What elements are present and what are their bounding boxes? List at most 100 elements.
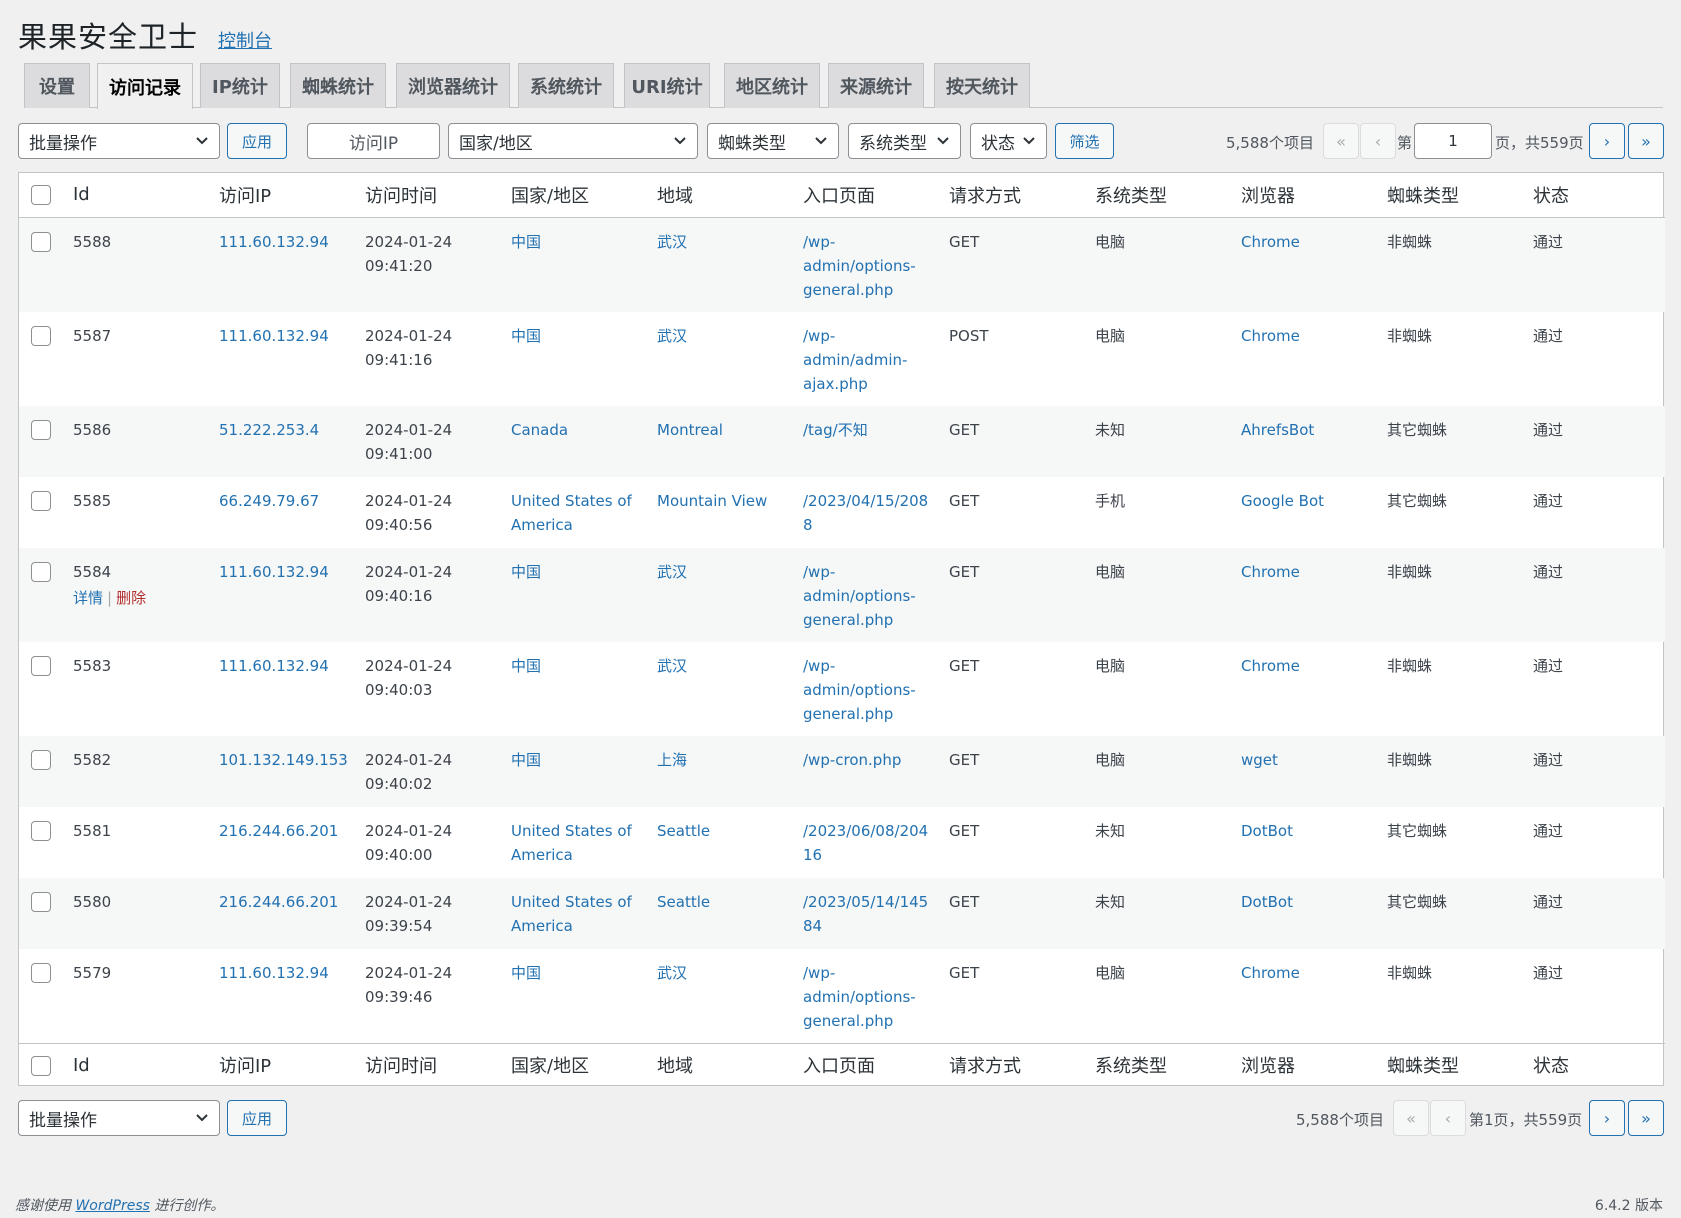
col-id[interactable]: Id	[65, 173, 211, 218]
cell-ip[interactable]: 216.244.66.201	[211, 878, 357, 949]
apply-button-bottom[interactable]: 应用	[227, 1100, 287, 1136]
tab-source-stats[interactable]: 来源统计	[828, 63, 924, 108]
cell-browser[interactable]: Chrome	[1233, 642, 1379, 736]
apply-button[interactable]: 应用	[227, 123, 287, 159]
cell-browser[interactable]: Chrome	[1233, 548, 1379, 642]
cell-ip[interactable]: 111.60.132.94	[211, 312, 357, 406]
col-ip[interactable]: 访问IP	[211, 1042, 357, 1087]
cell-region[interactable]: Montreal	[649, 406, 795, 477]
tab-settings[interactable]: 设置	[24, 63, 90, 108]
tab-spider-stats[interactable]: 蜘蛛统计	[290, 63, 386, 108]
cell-ip[interactable]: 111.60.132.94	[211, 642, 357, 736]
cell-entry-page[interactable]: /2023/04/15/2088	[795, 477, 941, 548]
cell-country[interactable]: 中国	[503, 949, 649, 1044]
cell-region[interactable]: 武汉	[649, 312, 795, 406]
cell-ip[interactable]: 51.222.253.4	[211, 406, 357, 477]
cell-country[interactable]: 中国	[503, 312, 649, 406]
row-checkbox[interactable]	[31, 892, 51, 912]
cell-ip[interactable]: 111.60.132.94	[211, 949, 357, 1044]
current-page-input[interactable]: 1	[1414, 123, 1492, 159]
cell-entry-page[interactable]: /wp-admin/options-general.php	[795, 548, 941, 642]
cell-ip[interactable]: 101.132.149.153	[211, 736, 357, 807]
cell-region[interactable]: Seattle	[649, 878, 795, 949]
bulk-action-select-bottom[interactable]: 批量操作	[18, 1100, 220, 1136]
cell-ip[interactable]: 66.249.79.67	[211, 477, 357, 548]
cell-region[interactable]: 武汉	[649, 548, 795, 642]
cell-browser[interactable]: Chrome	[1233, 312, 1379, 406]
cell-country[interactable]: United States of America	[503, 878, 649, 949]
row-checkbox[interactable]	[31, 750, 51, 770]
col-system[interactable]: 系统类型	[1087, 1042, 1233, 1087]
select-all-checkbox[interactable]	[31, 1055, 51, 1076]
cell-entry-page[interactable]: /wp-cron.php	[795, 736, 941, 807]
col-country[interactable]: 国家/地区	[503, 1042, 649, 1087]
tab-ip-stats[interactable]: IP统计	[200, 63, 280, 108]
next-page-button-bottom[interactable]: ›	[1589, 1100, 1625, 1136]
cell-browser[interactable]: DotBot	[1233, 807, 1379, 878]
cell-entry-page[interactable]: /wp-admin/options-general.php	[795, 642, 941, 736]
select-all-checkbox[interactable]	[31, 185, 51, 206]
status-select[interactable]: 状态	[970, 123, 1047, 159]
cell-ip[interactable]: 111.60.132.94	[211, 217, 357, 312]
col-spider[interactable]: 蜘蛛类型	[1379, 173, 1525, 218]
tab-region-stats[interactable]: 地区统计	[724, 63, 820, 108]
tab-uri-stats[interactable]: URI统计	[624, 63, 710, 108]
tab-system-stats[interactable]: 系统统计	[518, 63, 614, 108]
col-country[interactable]: 国家/地区	[503, 173, 649, 218]
prev-page-button[interactable]: ‹	[1360, 123, 1396, 159]
col-ip[interactable]: 访问IP	[211, 173, 357, 218]
cell-region[interactable]: Mountain View	[649, 477, 795, 548]
col-method[interactable]: 请求方式	[941, 1042, 1087, 1087]
cell-entry-page[interactable]: /wp-admin/options-general.php	[795, 949, 941, 1044]
cell-country[interactable]: 中国	[503, 548, 649, 642]
tab-access-log[interactable]: 访问记录	[97, 63, 193, 109]
cell-region[interactable]: Seattle	[649, 807, 795, 878]
system-type-select[interactable]: 系统类型	[848, 123, 961, 159]
country-select[interactable]: 国家/地区	[448, 123, 698, 159]
bulk-action-select[interactable]: 批量操作	[18, 123, 220, 159]
cell-region[interactable]: 武汉	[649, 949, 795, 1044]
col-time[interactable]: 访问时间	[357, 1042, 503, 1087]
cell-browser[interactable]: wget	[1233, 736, 1379, 807]
cell-ip[interactable]: 216.244.66.201	[211, 807, 357, 878]
col-status[interactable]: 状态	[1525, 173, 1665, 218]
col-spider[interactable]: 蜘蛛类型	[1379, 1042, 1525, 1087]
cell-country[interactable]: 中国	[503, 736, 649, 807]
ip-search-input[interactable]: 访问IP	[307, 123, 440, 159]
cell-country[interactable]: 中国	[503, 642, 649, 736]
col-browser[interactable]: 浏览器	[1233, 1042, 1379, 1087]
cell-entry-page[interactable]: /tag/不知	[795, 406, 941, 477]
cell-browser[interactable]: Google Bot	[1233, 477, 1379, 548]
col-time[interactable]: 访问时间	[357, 173, 503, 218]
col-region[interactable]: 地域	[649, 173, 795, 218]
wordpress-link[interactable]: WordPress	[75, 1198, 149, 1214]
next-page-button[interactable]: ›	[1589, 123, 1625, 159]
cell-entry-page[interactable]: /wp-admin/options-general.php	[795, 217, 941, 312]
col-system[interactable]: 系统类型	[1087, 173, 1233, 218]
last-page-button-bottom[interactable]: »	[1628, 1100, 1664, 1136]
delete-link[interactable]: 删除	[116, 589, 146, 607]
row-checkbox[interactable]	[31, 963, 51, 983]
cell-browser[interactable]: DotBot	[1233, 878, 1379, 949]
col-browser[interactable]: 浏览器	[1233, 173, 1379, 218]
first-page-button[interactable]: «	[1323, 123, 1359, 159]
last-page-button[interactable]: »	[1628, 123, 1664, 159]
cell-entry-page[interactable]: /2023/06/08/20416	[795, 807, 941, 878]
cell-browser[interactable]: AhrefsBot	[1233, 406, 1379, 477]
row-checkbox[interactable]	[31, 232, 51, 252]
dashboard-link[interactable]: 控制台	[218, 27, 272, 53]
first-page-button-bottom[interactable]: «	[1393, 1100, 1429, 1136]
col-method[interactable]: 请求方式	[941, 173, 1087, 218]
col-id[interactable]: Id	[65, 1042, 211, 1087]
cell-entry-page[interactable]: /wp-admin/admin-ajax.php	[795, 312, 941, 406]
tab-browser-stats[interactable]: 浏览器统计	[396, 63, 510, 108]
cell-country[interactable]: United States of America	[503, 807, 649, 878]
cell-region[interactable]: 武汉	[649, 217, 795, 312]
row-checkbox[interactable]	[31, 491, 51, 511]
col-status[interactable]: 状态	[1525, 1042, 1665, 1087]
row-checkbox[interactable]	[31, 656, 51, 676]
details-link[interactable]: 详情	[73, 589, 103, 607]
cell-browser[interactable]: Chrome	[1233, 217, 1379, 312]
row-checkbox[interactable]	[31, 420, 51, 440]
cell-country[interactable]: 中国	[503, 217, 649, 312]
